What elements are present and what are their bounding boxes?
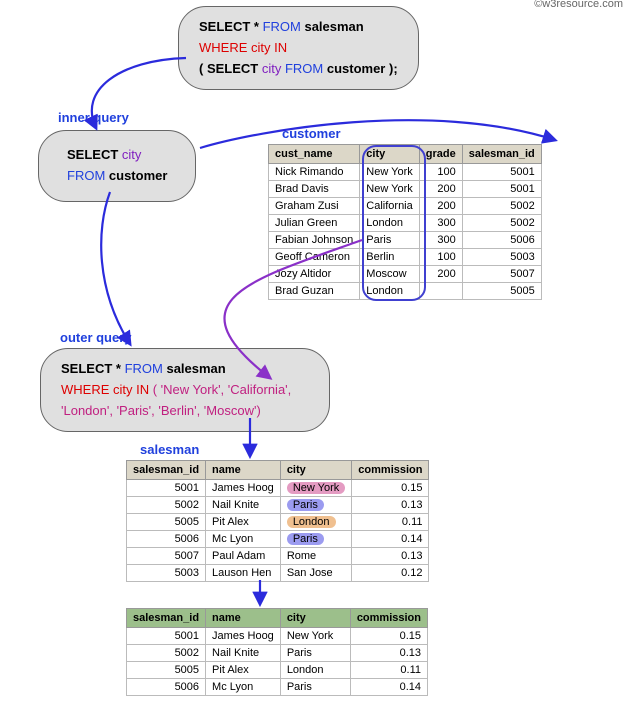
th-salesmanid: salesman_id bbox=[462, 145, 541, 164]
table-row: 5003Lauson HenSan Jose0.12 bbox=[127, 565, 429, 582]
sql-table: salesman bbox=[301, 19, 364, 34]
table-row: 5005Pit AlexLondon0.11 bbox=[127, 662, 428, 679]
th-city: city bbox=[360, 145, 419, 164]
outer-query-label: outer query bbox=[60, 330, 132, 345]
th-rname: name bbox=[206, 609, 281, 628]
sql-sub-e: ); bbox=[385, 61, 397, 76]
customer-title: customer bbox=[282, 126, 341, 141]
th-rcity: city bbox=[280, 609, 350, 628]
result-table: salesman_id name city commission 5001Jam… bbox=[126, 608, 428, 696]
iq-from: FROM bbox=[67, 168, 105, 183]
oq-select: SELECT * bbox=[61, 361, 125, 376]
table-row: 5005Pit AlexLondon0.11 bbox=[127, 514, 429, 531]
table-row: 5002Nail KniteParis0.13 bbox=[127, 497, 429, 514]
sql-sub-d: customer bbox=[323, 61, 385, 76]
table-row: Brad GuzanLondon5005 bbox=[269, 283, 542, 300]
th-scity: city bbox=[280, 461, 351, 480]
table-row: 5007Paul AdamRome0.13 bbox=[127, 548, 429, 565]
salesman-title: salesman bbox=[140, 442, 199, 457]
oq-salesman: salesman bbox=[163, 361, 226, 376]
inner-query-label: inner query bbox=[58, 110, 129, 125]
th-custname: cust_name bbox=[269, 145, 360, 164]
sql-select: SELECT * bbox=[199, 19, 263, 34]
oq-where: WHERE city IN bbox=[61, 382, 153, 397]
salesman-table: salesman_id name city commission 5001Jam… bbox=[126, 460, 429, 582]
table-row: 5006Mc LyonParis0.14 bbox=[127, 679, 428, 696]
table-row: Julian GreenLondon3005002 bbox=[269, 215, 542, 232]
table-row: Jozy AltidorMoscow2005007 bbox=[269, 266, 542, 283]
table-row: 5006Mc LyonParis0.14 bbox=[127, 531, 429, 548]
iq-select: SELECT bbox=[67, 147, 122, 162]
table-row: Nick RimandoNew York1005001 bbox=[269, 164, 542, 181]
table-row: Graham ZusiCalifornia2005002 bbox=[269, 198, 542, 215]
iq-cust: customer bbox=[105, 168, 167, 183]
sql-sub-b: city bbox=[262, 61, 282, 76]
th-sid: salesman_id bbox=[127, 461, 206, 480]
oq-from: FROM bbox=[125, 361, 163, 376]
th-scomm: commission bbox=[352, 461, 429, 480]
sql-from: FROM bbox=[263, 19, 301, 34]
iq-city: city bbox=[122, 147, 142, 162]
table-row: 5002Nail KniteParis0.13 bbox=[127, 645, 428, 662]
th-sname: name bbox=[206, 461, 281, 480]
customer-table: cust_name city grade salesman_id Nick Ri… bbox=[268, 144, 542, 300]
inner-query-capsule: SELECT city FROM customer bbox=[38, 130, 196, 202]
outer-query-capsule: SELECT * FROM salesman WHERE city IN ( '… bbox=[40, 348, 330, 432]
table-row: 5001James HoogNew York0.15 bbox=[127, 628, 428, 645]
sql-sub-a: ( SELECT bbox=[199, 61, 262, 76]
table-row: Fabian JohnsonParis3005006 bbox=[269, 232, 542, 249]
credit-text: ©w3resource.com bbox=[534, 0, 623, 10]
sql-where: WHERE city IN bbox=[199, 40, 287, 55]
table-row: Geoff CameronBerlin1005003 bbox=[269, 249, 542, 266]
table-row: 5001James HoogNew York0.15 bbox=[127, 480, 429, 497]
th-rid: salesman_id bbox=[127, 609, 206, 628]
top-query-capsule: SELECT * FROM salesman WHERE city IN ( S… bbox=[178, 6, 419, 90]
sql-sub-c: FROM bbox=[281, 61, 323, 76]
table-row: Brad DavisNew York2005001 bbox=[269, 181, 542, 198]
th-rcomm: commission bbox=[350, 609, 427, 628]
th-grade: grade bbox=[419, 145, 462, 164]
